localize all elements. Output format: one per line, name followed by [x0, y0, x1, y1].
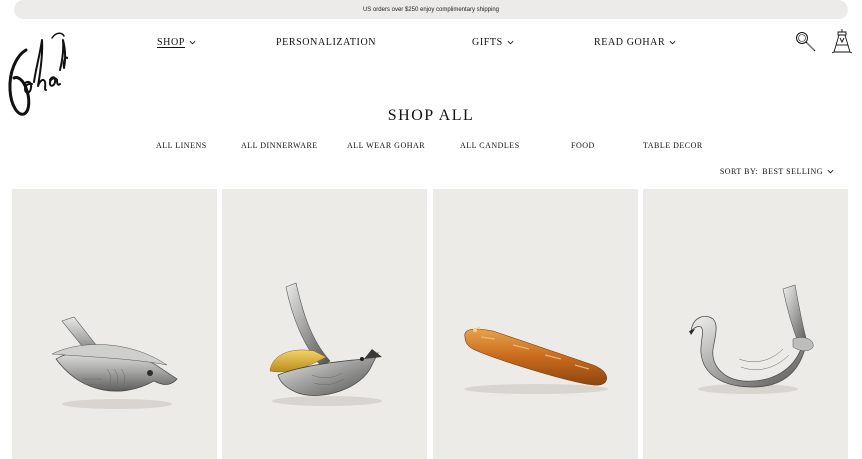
product-card-swan-squeezer[interactable]: [643, 189, 848, 459]
nav-gifts[interactable]: GIFTS: [472, 37, 514, 48]
product-card-bird-squeezer[interactable]: [222, 189, 427, 459]
sort-dropdown[interactable]: SORT BY: BEST SELLING: [720, 167, 834, 176]
nav-read-gohar-label: READ GOHAR: [594, 37, 666, 48]
chevron-down-icon: [827, 169, 834, 174]
announcement-text: US orders over $250 enjoy complimentary …: [362, 6, 500, 13]
sort-label: SORT BY:: [719, 167, 759, 176]
fish-lemon-squeezer-image: [51, 316, 178, 409]
nav-shop-label: SHOP: [157, 37, 185, 48]
nav-personalization-label: PERSONALIZATION: [276, 37, 377, 48]
chevron-down-icon: [507, 40, 514, 45]
nav-shop[interactable]: SHOP: [157, 37, 196, 48]
product-card-baguette[interactable]: [433, 189, 638, 459]
nav-read-gohar[interactable]: READ GOHAR: [594, 37, 676, 48]
sort-value: BEST SELLING: [762, 167, 823, 176]
cart-button[interactable]: [831, 28, 853, 54]
category-filters: ALL LINENS ALL DINNERWARE ALL WEAR GOHAR…: [0, 141, 862, 151]
nav-personalization[interactable]: PERSONALIZATION: [276, 37, 376, 48]
swan-lemon-squeezer-image: [689, 284, 814, 394]
chevron-down-icon: [189, 40, 196, 45]
category-all-dinnerware[interactable]: ALL DINNERWARE: [241, 141, 318, 150]
chevron-down-icon: [669, 40, 676, 45]
category-food[interactable]: FOOD: [571, 141, 595, 150]
search-icon: [796, 32, 816, 52]
category-all-linens[interactable]: ALL LINENS: [156, 141, 207, 150]
main-nav: SHOP PERSONALIZATION GIFTS READ GOHAR: [0, 37, 862, 49]
category-all-wear-gohar[interactable]: ALL WEAR GOHAR: [347, 141, 425, 150]
product-card-fish-squeezer[interactable]: [12, 189, 217, 459]
cart-icon: [831, 29, 853, 54]
announcement-bar: US orders over $250 enjoy complimentary …: [14, 0, 848, 19]
page-title: SHOP ALL: [387, 107, 475, 124]
nav-gifts-label: GIFTS: [472, 37, 503, 48]
category-table-decor[interactable]: TABLE DECOR: [643, 141, 703, 150]
product-grid: [12, 189, 848, 459]
baguette-image: [464, 326, 608, 394]
category-all-candles[interactable]: ALL CANDLES: [460, 141, 520, 150]
bird-lemon-squeezer-image: [269, 282, 382, 406]
search-button[interactable]: [795, 31, 817, 53]
